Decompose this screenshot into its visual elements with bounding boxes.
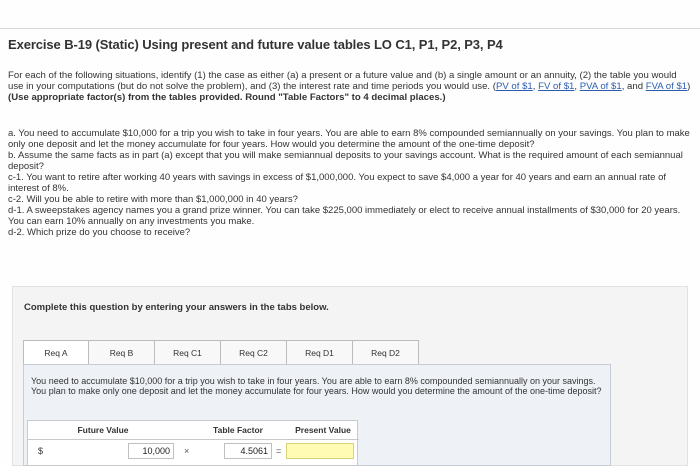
requirement-a: a. You need to accumulate $10,000 for a … <box>8 128 690 150</box>
requirement-d2: d-2. Which prize do you choose to receiv… <box>8 227 191 238</box>
header-present-value: Present Value <box>295 425 351 435</box>
future-value-input[interactable] <box>128 443 174 459</box>
pv-table-link[interactable]: PV of $1 <box>496 81 533 92</box>
requirement-b: b. Assume the same facts as in part (a) … <box>8 150 683 172</box>
panel-question: You need to accumulate $10,000 for a tri… <box>31 376 602 396</box>
header-future-value: Future Value <box>77 425 129 435</box>
requirement-c2: c-2. Will you be able to retire with mor… <box>8 194 298 205</box>
fva-table-link[interactable]: FVA of $1 <box>646 81 687 92</box>
complete-prompt: Complete this question by entering your … <box>24 302 329 313</box>
fv-table-link[interactable]: FV of $1 <box>538 81 574 92</box>
instructions: For each of the following situations, id… <box>8 70 692 103</box>
currency-symbol: $ <box>38 446 44 456</box>
table-divider <box>28 439 359 440</box>
title-bar: Exercise B-19 (Static) Using present and… <box>0 28 700 58</box>
requirement-tabs: Req A Req B Req C1 Req C2 Req D1 Req D2 <box>23 340 611 364</box>
page: Exercise B-19 (Static) Using present and… <box>0 0 700 466</box>
table-factor-input[interactable] <box>224 443 272 459</box>
requirement-c1: c-1. You want to retire after working 40… <box>8 172 667 194</box>
calculation-table: Future Value Table Factor Present Value … <box>27 420 359 466</box>
exercise-title: Exercise B-19 (Static) Using present and… <box>8 37 503 52</box>
separator: ) <box>687 81 691 92</box>
tab-req-b[interactable]: Req B <box>89 340 155 364</box>
requirements-list: a. You need to accumulate $10,000 for a … <box>8 128 692 238</box>
multiply-sign: × <box>184 446 190 456</box>
present-value-answer[interactable] <box>286 443 354 459</box>
tab-req-d1[interactable]: Req D1 <box>287 340 353 364</box>
tab-req-c1[interactable]: Req C1 <box>155 340 221 364</box>
tab-req-d2[interactable]: Req D2 <box>353 340 419 364</box>
tab-req-c2[interactable]: Req C2 <box>221 340 287 364</box>
header-table-factor: Table Factor <box>213 425 263 435</box>
requirement-d1: d-1. A sweepstakes agency names you a gr… <box>8 205 681 227</box>
pva-table-link[interactable]: PVA of $1 <box>580 81 622 92</box>
rounding-instruction: (Use appropriate factor(s) from the tabl… <box>8 92 446 103</box>
separator: , and <box>621 81 646 92</box>
tab-req-a[interactable]: Req A <box>23 340 89 364</box>
equals-sign: = <box>276 446 282 456</box>
